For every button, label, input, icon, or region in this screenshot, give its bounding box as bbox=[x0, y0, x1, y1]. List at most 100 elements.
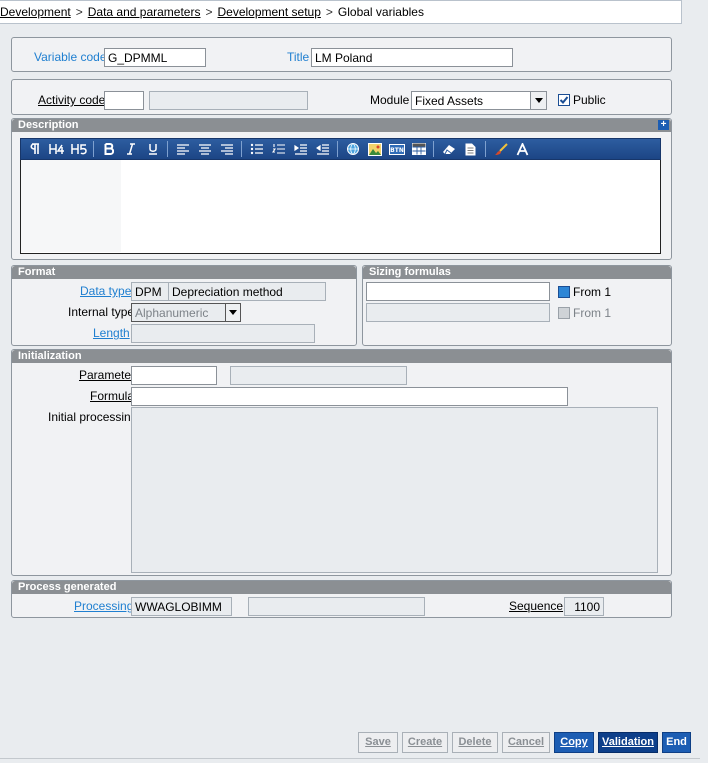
title-input[interactable]: LM Poland bbox=[311, 48, 513, 67]
cancel-button[interactable]: Cancel bbox=[502, 732, 550, 753]
underline-icon bbox=[148, 144, 157, 155]
heading4-icon bbox=[48, 144, 64, 154]
heading5-icon bbox=[70, 144, 87, 155]
save-button[interactable]: Save bbox=[358, 732, 398, 753]
format-header: Format bbox=[12, 266, 356, 279]
data-type-label[interactable]: Data type bbox=[80, 284, 131, 298]
sizing-title: Sizing formulas bbox=[369, 266, 451, 278]
font-color-button[interactable] bbox=[513, 140, 532, 158]
breadcrumb-separator: > bbox=[325, 5, 333, 19]
module-select[interactable]: Fixed Assets bbox=[411, 91, 547, 110]
end-button[interactable]: End bbox=[662, 732, 691, 753]
formula-label[interactable]: Formula bbox=[90, 389, 134, 403]
toolbar-separator bbox=[93, 141, 94, 157]
numbered-list-button[interactable] bbox=[269, 140, 288, 158]
copy-button-label: Copy bbox=[560, 736, 588, 748]
breadcrumb-scroll-edge bbox=[682, 0, 708, 24]
bullet-list-icon bbox=[250, 143, 263, 155]
internal-type-value: Alphanumeric bbox=[135, 306, 209, 320]
public-checkbox[interactable] bbox=[558, 94, 570, 106]
font-color-icon bbox=[516, 142, 529, 155]
editor-toolbar: BTN bbox=[20, 138, 661, 160]
variable-code-input[interactable]: G_DPMML bbox=[104, 48, 206, 67]
link-button[interactable] bbox=[343, 140, 362, 158]
process-generated-header: Process generated bbox=[12, 581, 671, 594]
activity-code-description bbox=[149, 91, 308, 110]
create-button-label: Create bbox=[407, 736, 443, 748]
initial-processing-textarea[interactable] bbox=[131, 407, 658, 573]
svg-text:BTN: BTN bbox=[390, 147, 404, 154]
editor-gutter bbox=[21, 160, 121, 252]
align-right-button[interactable] bbox=[217, 140, 236, 158]
italic-button[interactable] bbox=[121, 140, 140, 158]
numbered-list-icon bbox=[271, 144, 285, 154]
activity-code-input[interactable] bbox=[104, 91, 144, 110]
eraser-button[interactable] bbox=[439, 140, 458, 158]
indent-button[interactable] bbox=[291, 140, 310, 158]
heading5-button[interactable] bbox=[69, 140, 88, 158]
expand-icon[interactable]: + bbox=[658, 120, 669, 130]
breadcrumb-development-setup[interactable]: Development setup bbox=[217, 5, 320, 19]
sizing-formula-2-input bbox=[366, 303, 550, 322]
toolbar-separator bbox=[241, 141, 242, 157]
toolbar-separator bbox=[167, 141, 168, 157]
description-editor[interactable] bbox=[20, 160, 661, 254]
chevron-down-icon[interactable] bbox=[530, 92, 546, 109]
breadcrumb-development[interactable]: Development bbox=[0, 5, 71, 19]
parameter-input[interactable] bbox=[131, 366, 217, 385]
toolbar-separator bbox=[433, 141, 434, 157]
paragraph-button[interactable] bbox=[25, 140, 44, 158]
brush-button[interactable] bbox=[491, 140, 510, 158]
formula-input[interactable] bbox=[131, 387, 568, 406]
image-button[interactable] bbox=[365, 140, 384, 158]
initial-processing-label: Initial processing bbox=[48, 410, 138, 424]
outdent-button[interactable] bbox=[313, 140, 332, 158]
eraser-icon bbox=[442, 145, 455, 155]
insert-button-button[interactable]: BTN bbox=[387, 140, 406, 158]
internal-type-label: Internal type bbox=[68, 305, 135, 319]
breadcrumb-separator: > bbox=[205, 5, 213, 19]
length-label[interactable]: Length bbox=[93, 326, 130, 340]
sizing-formula-1-input[interactable] bbox=[366, 282, 550, 301]
process-generated-panel: Process generated Processing WWAGLOBIMM … bbox=[11, 580, 672, 618]
sequence-input[interactable]: 1100 bbox=[564, 597, 604, 616]
internal-type-select[interactable]: Alphanumeric bbox=[131, 303, 241, 322]
breadcrumb: Development > Data and parameters > Developm… bbox=[0, 0, 682, 24]
create-button[interactable]: Create bbox=[402, 732, 448, 753]
length-input[interactable] bbox=[131, 324, 315, 343]
bold-button[interactable] bbox=[99, 140, 118, 158]
processing-description bbox=[248, 597, 425, 616]
bold-icon bbox=[104, 143, 114, 155]
bottom-divider bbox=[0, 758, 700, 759]
paragraph-icon bbox=[29, 143, 39, 154]
delete-button[interactable]: Delete bbox=[452, 732, 498, 753]
align-left-button[interactable] bbox=[173, 140, 192, 158]
copy-button[interactable]: Copy bbox=[554, 732, 594, 753]
breadcrumb-data-and-parameters[interactable]: Data and parameters bbox=[88, 5, 201, 19]
align-left-icon bbox=[176, 144, 189, 155]
end-button-label: End bbox=[666, 736, 687, 748]
underline-button[interactable] bbox=[143, 140, 162, 158]
bullet-list-button[interactable] bbox=[247, 140, 266, 158]
table-icon bbox=[411, 143, 426, 155]
sizing-1-from-label: From 1 bbox=[573, 285, 612, 299]
heading4-button[interactable] bbox=[47, 140, 66, 158]
align-center-button[interactable] bbox=[195, 140, 214, 158]
processing-input[interactable]: WWAGLOBIMM bbox=[131, 597, 232, 616]
activity-code-label[interactable]: Activity code bbox=[38, 93, 105, 107]
data-type-code[interactable]: DPM bbox=[131, 282, 169, 301]
save-button-label: Save bbox=[365, 736, 391, 748]
parameter-label[interactable]: Parameter bbox=[79, 368, 135, 382]
public-label: Public bbox=[573, 93, 606, 107]
document-button[interactable] bbox=[461, 140, 480, 158]
processing-label[interactable]: Processing bbox=[74, 599, 133, 613]
table-button[interactable] bbox=[409, 140, 428, 158]
data-type-description: Depreciation method bbox=[168, 282, 326, 301]
validation-button[interactable]: Validation bbox=[598, 732, 658, 753]
chevron-down-icon[interactable] bbox=[225, 304, 240, 321]
sizing-panel: Sizing formulas From 1 From 1 bbox=[362, 265, 672, 346]
variable-code-label[interactable]: Variable code bbox=[34, 50, 107, 64]
sizing-1-toggle-icon[interactable] bbox=[558, 286, 570, 298]
toolbar-separator bbox=[485, 141, 486, 157]
brush-icon bbox=[494, 142, 508, 155]
